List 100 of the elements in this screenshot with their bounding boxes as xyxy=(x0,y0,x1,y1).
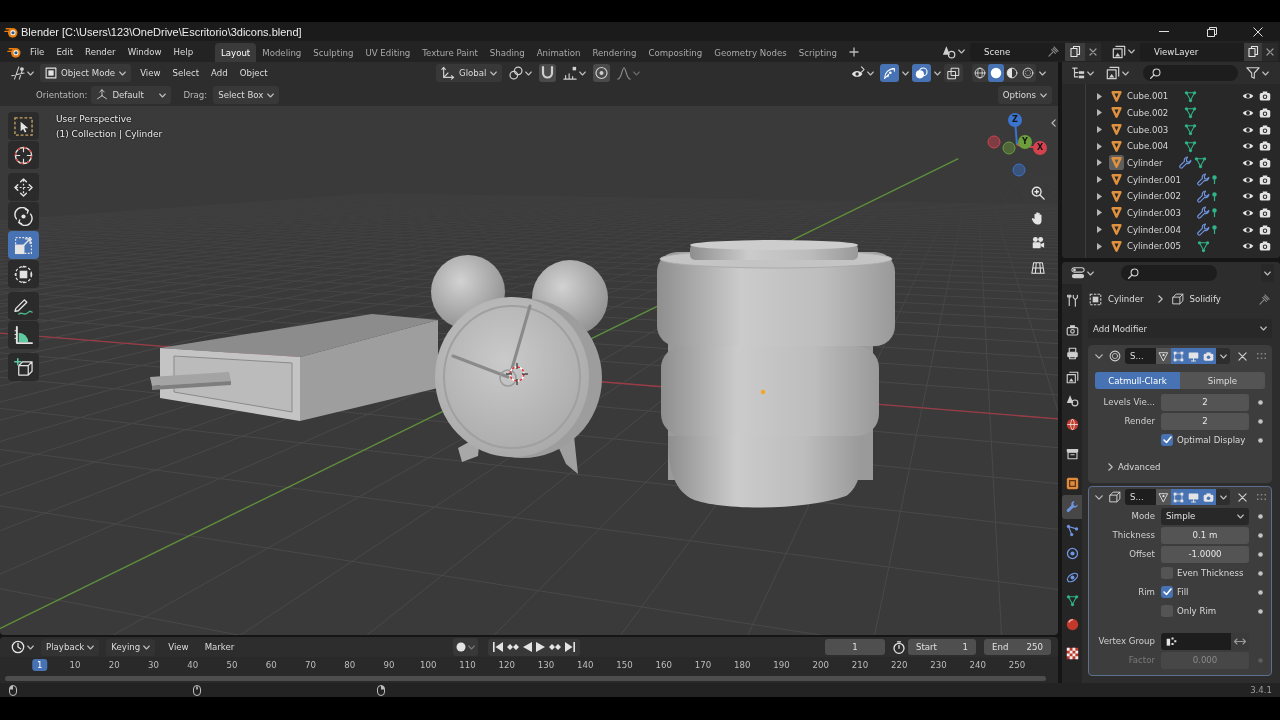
tool-button[interactable] xyxy=(8,112,39,140)
edit-mode-toggle[interactable] xyxy=(1171,489,1186,505)
keyframe-dot-icon[interactable] xyxy=(1258,399,1263,405)
tool-button[interactable] xyxy=(8,260,39,288)
object-triangle-icon[interactable] xyxy=(1109,188,1124,204)
menu-item[interactable]: View xyxy=(134,64,167,82)
wrench-icon[interactable] xyxy=(1196,223,1210,237)
keyframe-dot-icon[interactable] xyxy=(1258,551,1263,557)
filter-button[interactable] xyxy=(1243,64,1272,82)
object-triangle-icon[interactable] xyxy=(1109,155,1124,171)
overlay-toggle[interactable] xyxy=(912,64,931,82)
shading-mode-button[interactable] xyxy=(988,64,1004,82)
on-cage-toggle[interactable] xyxy=(1156,489,1171,505)
object-triangle-icon[interactable] xyxy=(1109,238,1124,254)
object-name[interactable]: Cube.002 xyxy=(1127,108,1169,118)
wrench-icon[interactable] xyxy=(1196,189,1210,203)
segment-button[interactable]: Simple xyxy=(1180,372,1265,389)
dropdown-button[interactable] xyxy=(1261,264,1274,282)
triangle-mesh-icon[interactable] xyxy=(1196,239,1210,253)
edit-mode-toggle[interactable] xyxy=(1171,348,1186,364)
xray-toggle[interactable] xyxy=(944,64,963,82)
menu-item[interactable]: Object xyxy=(233,64,274,82)
caret-icon[interactable] xyxy=(159,92,167,98)
object-triangle-icon[interactable] xyxy=(1109,122,1124,138)
modifier-name-field[interactable]: S... xyxy=(1125,489,1156,505)
modifier-menu-button[interactable] xyxy=(1216,348,1230,364)
auto-keying-button[interactable] xyxy=(453,638,478,656)
mode-dropdown[interactable]: Object Mode xyxy=(40,64,132,82)
start-frame-field[interactable]: Start 1 xyxy=(908,639,976,655)
workspace-tab[interactable]: UV Editing xyxy=(359,43,417,62)
caret-icon[interactable] xyxy=(1087,270,1094,276)
orientation-dropdown[interactable]: Default xyxy=(91,86,172,104)
triangle-mesh-icon[interactable] xyxy=(1184,139,1198,153)
next-keyframe-icon[interactable] xyxy=(549,642,561,652)
axis-button[interactable]: Z xyxy=(1008,113,1022,127)
menu-item[interactable]: View xyxy=(162,638,195,656)
tool-button[interactable] xyxy=(8,141,39,169)
tool-button[interactable] xyxy=(8,202,39,230)
object-name[interactable]: Cylinder.003 xyxy=(1127,207,1181,218)
stopwatch-icon[interactable] xyxy=(893,640,905,654)
keyframe-dot-icon[interactable] xyxy=(1258,532,1263,538)
keyframe-dot-icon[interactable] xyxy=(1258,657,1263,663)
camera-icon[interactable] xyxy=(1259,123,1271,136)
triangle-mesh-icon[interactable] xyxy=(1184,89,1198,103)
menu-item[interactable]: Select xyxy=(166,64,206,82)
chevron-right-icon[interactable] xyxy=(1108,463,1113,471)
object-name[interactable]: Cylinder.001 xyxy=(1127,174,1181,185)
checkbox-label[interactable]: Even Thickness xyxy=(1177,568,1244,578)
caret-icon[interactable] xyxy=(143,644,151,650)
editor-type-button[interactable] xyxy=(8,64,37,82)
number-field[interactable]: 2 xyxy=(1161,393,1249,411)
menu-item[interactable]: Help xyxy=(167,42,200,61)
caret-icon[interactable] xyxy=(1039,70,1046,76)
caret-icon[interactable] xyxy=(267,92,275,98)
subpanel-title[interactable]: Advanced xyxy=(1118,462,1161,472)
add-modifier-dropdown[interactable]: Add Modifier xyxy=(1088,319,1272,338)
keyframe-dot-icon[interactable] xyxy=(1258,418,1263,424)
checkbox-label[interactable]: Optimal Display xyxy=(1177,435,1246,445)
caret-icon[interactable] xyxy=(579,70,587,76)
mode-dropdown[interactable]: Simple xyxy=(1161,507,1249,525)
tool-button[interactable] xyxy=(8,353,39,381)
pin-dot-icon[interactable] xyxy=(1211,225,1217,235)
caret-icon[interactable] xyxy=(1219,353,1227,359)
caret-icon[interactable] xyxy=(1260,326,1267,331)
caret-icon[interactable] xyxy=(934,70,941,76)
caret-icon[interactable] xyxy=(1237,513,1244,519)
checkbox[interactable] xyxy=(1161,586,1173,598)
axis-button[interactable]: X xyxy=(1033,141,1047,155)
menu-item[interactable]: File xyxy=(24,42,51,61)
gizmo-toggle[interactable] xyxy=(880,64,899,82)
pin-dot-icon[interactable] xyxy=(1211,175,1217,185)
collapse-caret-icon[interactable] xyxy=(1095,353,1103,359)
circle-dot-icon[interactable] xyxy=(593,64,611,82)
pin-icon[interactable] xyxy=(1048,46,1059,57)
object-name[interactable]: Cube.001 xyxy=(1127,91,1169,102)
expand-arrow-icon[interactable] xyxy=(1097,209,1102,217)
expand-arrow-icon[interactable] xyxy=(1097,92,1102,100)
expand-arrow-icon[interactable] xyxy=(1097,159,1102,167)
number-field[interactable]: 0.1 m xyxy=(1161,526,1249,544)
scene-field[interactable]: Scene xyxy=(970,42,1065,61)
play-reverse-icon[interactable] xyxy=(523,642,532,652)
pin-dot-icon[interactable] xyxy=(1211,191,1217,201)
workspace-tab[interactable]: Animation xyxy=(530,43,587,62)
play-icon[interactable] xyxy=(536,642,545,652)
triangle-mesh-icon[interactable] xyxy=(1193,156,1207,170)
caret-icon[interactable] xyxy=(1264,270,1271,276)
caret-icon[interactable] xyxy=(490,70,498,76)
caret-icon[interactable] xyxy=(27,644,34,650)
object-name[interactable]: Cylinder.004 xyxy=(1127,224,1181,235)
plus-icon[interactable] xyxy=(849,46,859,57)
object-name[interactable]: Cube.004 xyxy=(1127,141,1169,152)
collapse-caret-icon[interactable] xyxy=(1095,494,1103,500)
workspace-tab[interactable]: Geometry Nodes xyxy=(708,43,793,62)
object-name[interactable]: Cylinder.002 xyxy=(1127,191,1181,202)
object-triangle-icon[interactable] xyxy=(1109,172,1124,188)
object-name[interactable]: Cylinder xyxy=(1127,157,1163,168)
camera-icon[interactable] xyxy=(1259,240,1271,253)
close-icon[interactable] xyxy=(1238,351,1247,361)
wrench-icon[interactable] xyxy=(1196,206,1210,220)
segment-button[interactable]: Catmull-Clark xyxy=(1095,372,1180,389)
